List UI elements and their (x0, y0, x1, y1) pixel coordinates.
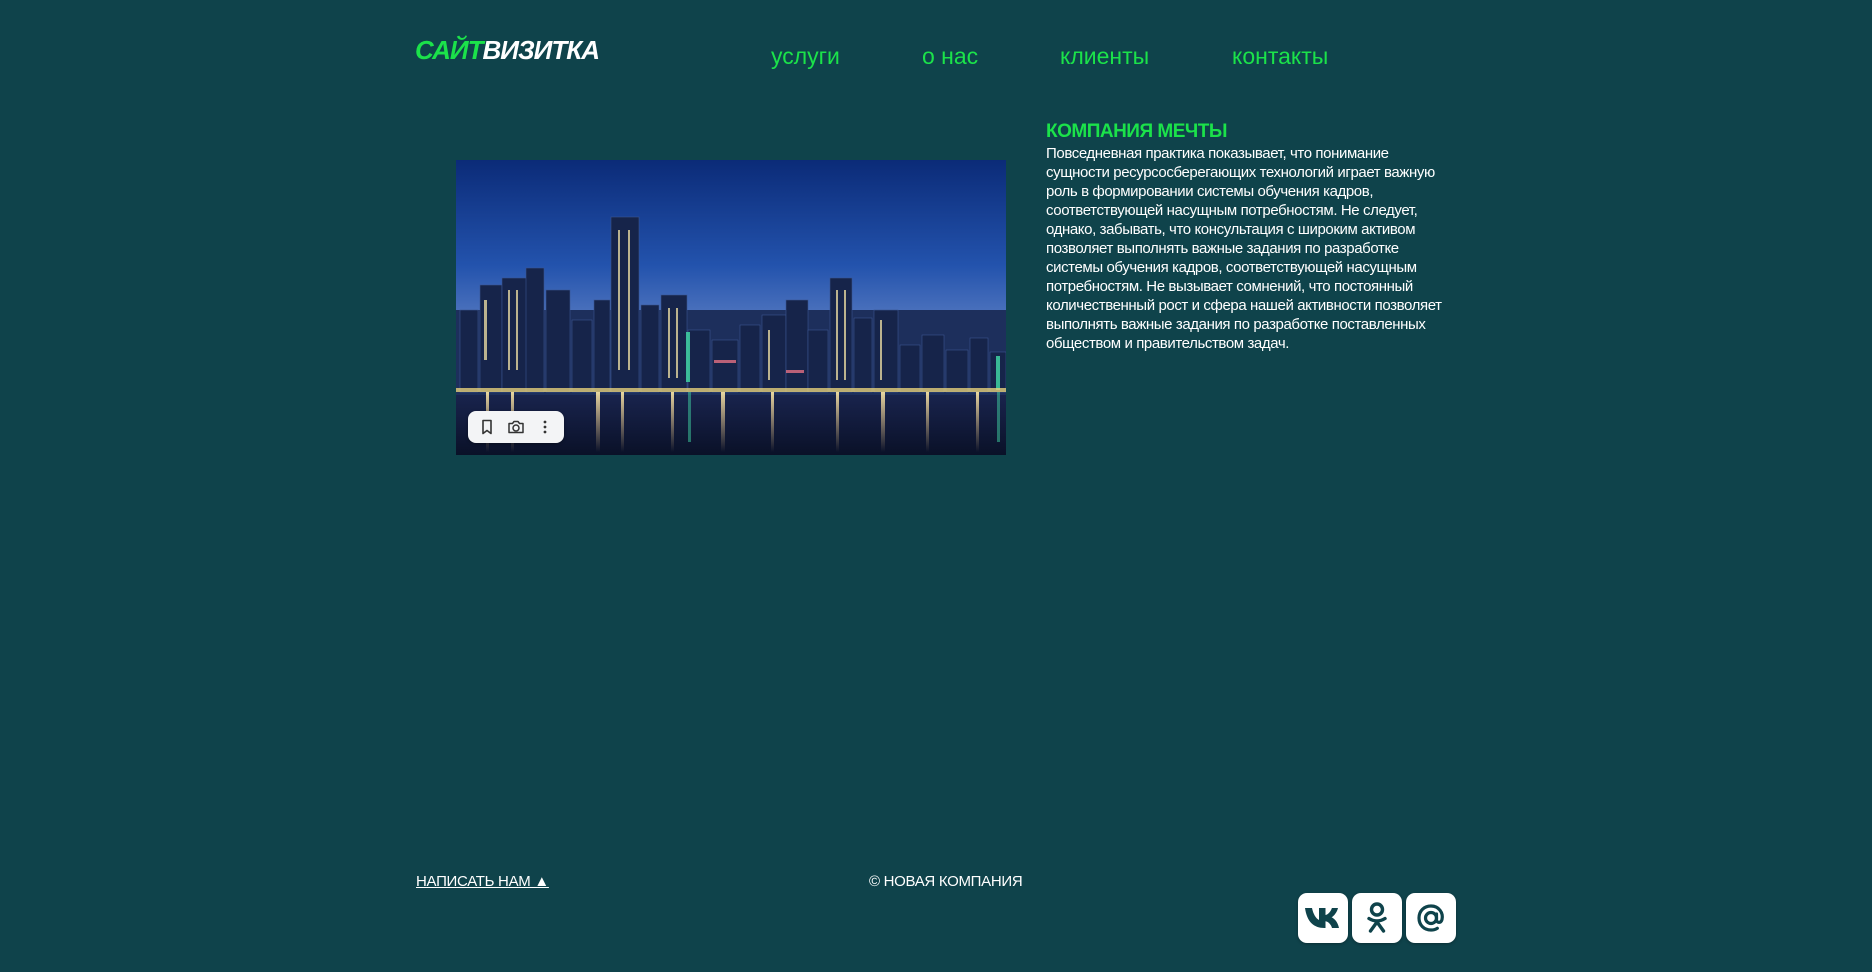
email-icon[interactable] (1406, 893, 1456, 943)
site-logo[interactable]: САЙТВИЗИТКА (415, 32, 601, 68)
city-skyline-image (456, 160, 1006, 455)
vk-icon[interactable] (1298, 893, 1348, 943)
nav-item-clients[interactable]: клиенты (1060, 40, 1149, 72)
image-toolbar (468, 411, 564, 443)
nav-item-contacts[interactable]: контакты (1232, 40, 1328, 72)
camera-icon[interactable] (502, 413, 530, 441)
bookmark-icon[interactable] (473, 413, 501, 441)
nav-item-about[interactable]: о нас (922, 40, 978, 72)
about-text: Повседневная практика показывает, что по… (1046, 145, 1442, 352)
social-links (1298, 893, 1456, 943)
more-vertical-icon[interactable] (531, 413, 559, 441)
about-title: КОМПАНИЯ МЕЧТЫ (1046, 121, 1227, 142)
logo-part-1: САЙТ (415, 35, 483, 65)
odnoklassniki-icon[interactable] (1352, 893, 1402, 943)
logo-part-2: ВИЗИТКА (482, 35, 601, 65)
write-to-us-link[interactable]: НАПИСАТЬ НАМ ▲ (416, 872, 549, 892)
page: САЙТВИЗИТКА услуги о нас клиенты контакт… (0, 0, 1872, 972)
nav-item-services[interactable]: услуги (771, 40, 840, 72)
copyright-text: © НОВАЯ КОМПАНИЯ (869, 873, 1023, 890)
